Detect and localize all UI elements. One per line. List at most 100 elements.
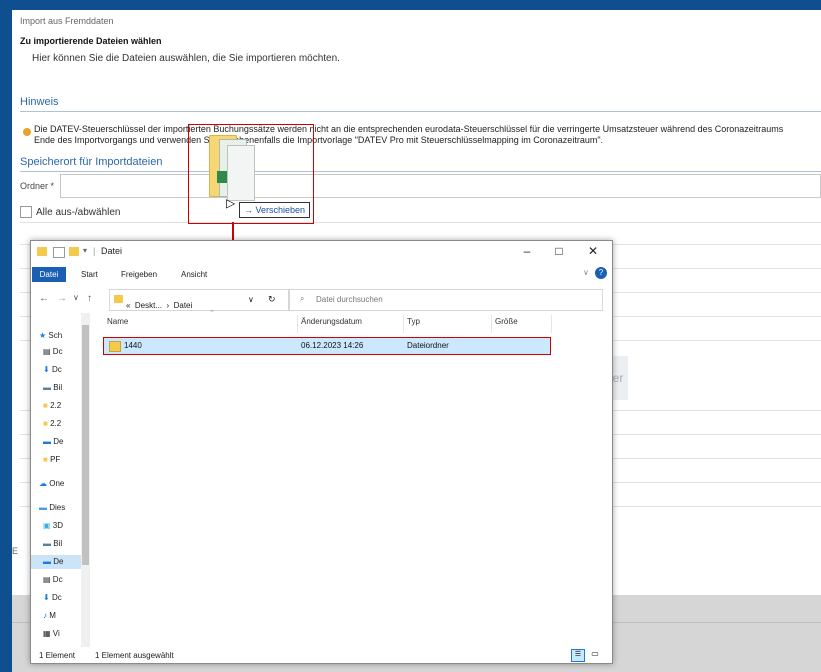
- dialog-title: Import aus Fremddaten: [20, 16, 114, 26]
- title-bar: ▾ | Datei – □ ✕: [31, 241, 612, 263]
- file-explorer-window[interactable]: ▾ | Datei – □ ✕ Datei Start Freigeben An…: [30, 240, 613, 664]
- hint-divider: [20, 111, 821, 112]
- help-icon[interactable]: ?: [595, 267, 607, 279]
- move-tooltip: → Verschieben: [239, 202, 311, 218]
- nav-item-quick-access[interactable]: ★ Sch: [39, 331, 62, 340]
- dropdown-icon[interactable]: ▾: [83, 246, 87, 255]
- up-button[interactable]: ↑: [87, 293, 92, 304]
- 3d-objects-icon: ▣: [43, 521, 51, 530]
- close-button[interactable]: ✕: [579, 244, 607, 258]
- window-title: Datei: [101, 246, 123, 256]
- nav-item-onedrive[interactable]: ☁ One: [39, 479, 64, 488]
- maximize-button[interactable]: □: [545, 244, 573, 258]
- properties-icon[interactable]: [53, 247, 65, 258]
- row-date: 06.12.2023 14:26: [301, 341, 364, 350]
- address-dropdown-icon[interactable]: ∨: [248, 295, 254, 304]
- grid-line: [20, 222, 821, 223]
- select-all-checkbox[interactable]: [20, 206, 32, 218]
- ribbon-expand-icon[interactable]: ∨: [583, 268, 589, 277]
- nav-item[interactable]: ♪ M: [43, 611, 56, 620]
- nav-item[interactable]: ▬ Bil: [43, 539, 62, 548]
- warning-icon: [23, 128, 31, 136]
- folder-icon: [37, 247, 47, 256]
- nav-item[interactable]: ▬ De: [43, 437, 63, 446]
- column-separator[interactable]: [403, 315, 404, 333]
- back-button[interactable]: ←: [39, 293, 49, 304]
- nav-item[interactable]: ▤ Dc: [43, 575, 63, 584]
- select-all-label: Alle aus-/abwählen: [36, 207, 121, 218]
- video-icon: ▦: [43, 629, 51, 638]
- move-tooltip-label: Verschieben: [255, 205, 306, 215]
- document-icon: ▤: [43, 347, 51, 356]
- navigation-bar: ← → ∨ ↑ « Deskt... › Datei ∨ ↻ ⌕ Datei d…: [31, 287, 612, 313]
- column-size[interactable]: Größe: [495, 317, 518, 326]
- details-view-icon[interactable]: ☰: [571, 649, 585, 662]
- hint-line-1: Die DATEV-Steuerschlüssel der importiert…: [34, 124, 784, 134]
- status-bar: 1 Element 1 Element ausgewählt ☰ ▭: [31, 649, 612, 663]
- tab-start[interactable]: Start: [81, 270, 98, 279]
- folder-input[interactable]: [60, 174, 821, 198]
- column-name[interactable]: Name: [107, 317, 128, 326]
- storage-title: Speicherort für Importdateien: [20, 156, 163, 168]
- column-separator[interactable]: [297, 315, 298, 333]
- computer-icon: ▬: [39, 503, 47, 512]
- scrollbar-thumb[interactable]: [82, 325, 89, 565]
- column-date[interactable]: Änderungsdatum: [301, 317, 362, 326]
- breadcrumb-overflow[interactable]: «: [126, 301, 130, 310]
- picture-icon: ▬: [43, 383, 51, 392]
- excel-icon: [217, 171, 227, 183]
- nav-item[interactable]: ▣ 3D: [43, 521, 63, 530]
- nav-item[interactable]: ▦ Vi: [43, 629, 60, 638]
- title-separator: |: [93, 246, 96, 256]
- side-letter: E: [12, 546, 19, 556]
- nav-item[interactable]: ■ 2.2: [43, 419, 61, 428]
- tab-freigeben[interactable]: Freigeben: [121, 270, 157, 279]
- new-folder-icon[interactable]: [69, 247, 79, 256]
- arrow-right-icon: →: [244, 205, 253, 215]
- tab-datei[interactable]: Datei: [32, 267, 66, 282]
- cursor-icon: ▷: [226, 196, 236, 210]
- table-row[interactable]: 1440 06.12.2023 14:26 Dateiordner: [103, 337, 551, 355]
- tab-ansicht[interactable]: Ansicht: [181, 270, 207, 279]
- refresh-icon[interactable]: ↻: [268, 294, 276, 305]
- column-separator[interactable]: [491, 315, 492, 333]
- folder-label: Ordner *: [20, 181, 55, 191]
- ribbon: Datei Start Freigeben Ansicht ∨ ?: [31, 265, 612, 285]
- nav-item-desktop-selected[interactable]: ▬ De: [43, 557, 63, 566]
- column-type[interactable]: Typ: [407, 317, 420, 326]
- hint-text: Die DATEV-Steuerschlüssel der importiert…: [34, 124, 783, 146]
- storage-divider: [20, 171, 821, 172]
- forward-button[interactable]: →: [57, 293, 67, 304]
- search-box[interactable]: ⌕ Datei durchsuchen: [289, 289, 603, 311]
- picture-icon: ▬: [43, 539, 51, 548]
- music-icon: ♪: [43, 611, 47, 620]
- nav-item[interactable]: ⬇ Dc: [43, 365, 62, 374]
- status-count: 1 Element: [39, 651, 76, 660]
- nav-item[interactable]: ■ PF: [43, 455, 60, 464]
- breadcrumb-datei[interactable]: Datei: [174, 301, 193, 310]
- status-selected: 1 Element ausgewählt: [95, 651, 174, 660]
- nav-item[interactable]: ⬇ Dc: [43, 593, 62, 602]
- search-icon: ⌕: [300, 294, 305, 303]
- cloud-icon: ☁: [39, 479, 47, 488]
- search-placeholder: Datei durchsuchen: [316, 295, 383, 304]
- address-bar[interactable]: « Deskt... › Datei ∨ ↻: [109, 289, 289, 311]
- large-icons-view-icon[interactable]: ▭: [589, 649, 601, 660]
- download-icon: ⬇: [43, 593, 50, 602]
- column-separator[interactable]: [551, 315, 552, 333]
- recent-locations-icon[interactable]: ∨: [73, 293, 79, 302]
- nav-item[interactable]: ■ 2.2: [43, 401, 61, 410]
- hint-line-2: Ende des Importvorgangs und verwenden Si…: [34, 135, 604, 145]
- desktop-icon: ▬: [43, 437, 51, 446]
- section-heading: Zu importierende Dateien wählen: [20, 36, 162, 46]
- nav-item-this-pc[interactable]: ▬ Dies: [39, 503, 65, 512]
- section-subtext: Hier können Sie die Dateien auswählen, d…: [32, 53, 340, 64]
- nav-item[interactable]: ▤ Dc: [43, 347, 63, 356]
- folder-icon: ■: [43, 455, 48, 464]
- desktop-icon: ▬: [43, 557, 51, 566]
- nav-scrollbar[interactable]: [81, 313, 90, 647]
- folder-icon: ■: [43, 419, 48, 428]
- breadcrumb-desktop[interactable]: Deskt...: [135, 301, 162, 310]
- nav-item[interactable]: ▬ Bil: [43, 383, 62, 392]
- minimize-button[interactable]: –: [513, 244, 541, 258]
